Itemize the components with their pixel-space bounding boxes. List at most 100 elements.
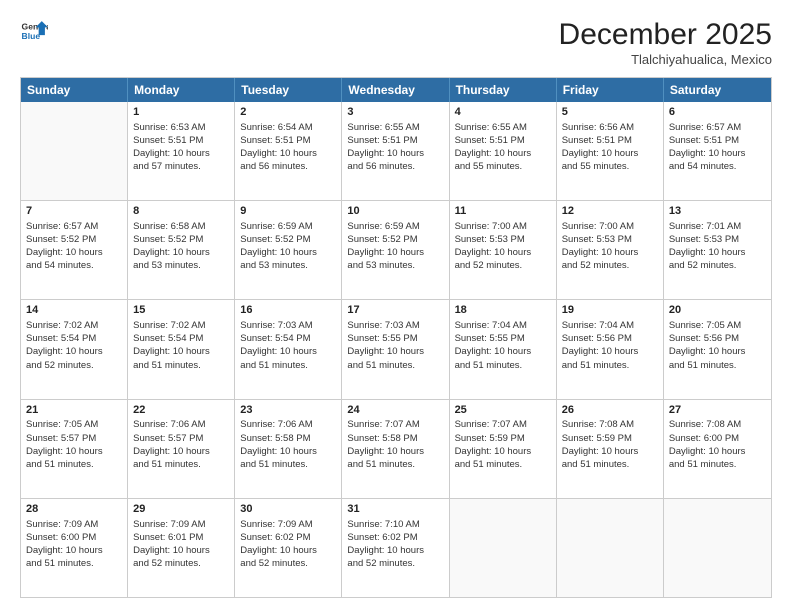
cal-cell: 13Sunrise: 7:01 AM Sunset: 5:53 PM Dayli…: [664, 201, 771, 299]
day-number: 6: [669, 105, 766, 120]
week-row-1: 1Sunrise: 6:53 AM Sunset: 5:51 PM Daylig…: [21, 102, 771, 200]
day-number: 27: [669, 403, 766, 418]
cal-cell: [21, 102, 128, 200]
cal-cell: 4Sunrise: 6:55 AM Sunset: 5:51 PM Daylig…: [450, 102, 557, 200]
location: Tlalchiyahualica, Mexico: [559, 52, 772, 67]
day-info: Sunrise: 7:05 AM Sunset: 5:56 PM Dayligh…: [669, 319, 766, 371]
day-number: 24: [347, 403, 443, 418]
calendar-header: SundayMondayTuesdayWednesdayThursdayFrid…: [21, 78, 771, 102]
cal-cell: 29Sunrise: 7:09 AM Sunset: 6:01 PM Dayli…: [128, 499, 235, 597]
day-info: Sunrise: 7:10 AM Sunset: 6:02 PM Dayligh…: [347, 518, 443, 570]
day-info: Sunrise: 7:08 AM Sunset: 5:59 PM Dayligh…: [562, 418, 658, 470]
day-number: 19: [562, 303, 658, 318]
header-day-sunday: Sunday: [21, 78, 128, 102]
week-row-4: 21Sunrise: 7:05 AM Sunset: 5:57 PM Dayli…: [21, 399, 771, 498]
cal-cell: [557, 499, 664, 597]
day-info: Sunrise: 7:00 AM Sunset: 5:53 PM Dayligh…: [562, 220, 658, 272]
cal-cell: 6Sunrise: 6:57 AM Sunset: 5:51 PM Daylig…: [664, 102, 771, 200]
cal-cell: 3Sunrise: 6:55 AM Sunset: 5:51 PM Daylig…: [342, 102, 449, 200]
day-info: Sunrise: 6:59 AM Sunset: 5:52 PM Dayligh…: [347, 220, 443, 272]
cal-cell: 17Sunrise: 7:03 AM Sunset: 5:55 PM Dayli…: [342, 300, 449, 398]
cal-cell: 15Sunrise: 7:02 AM Sunset: 5:54 PM Dayli…: [128, 300, 235, 398]
day-number: 3: [347, 105, 443, 120]
logo: General Blue: [20, 18, 48, 46]
cal-cell: 11Sunrise: 7:00 AM Sunset: 5:53 PM Dayli…: [450, 201, 557, 299]
day-info: Sunrise: 7:02 AM Sunset: 5:54 PM Dayligh…: [26, 319, 122, 371]
day-info: Sunrise: 7:09 AM Sunset: 6:01 PM Dayligh…: [133, 518, 229, 570]
cal-cell: 20Sunrise: 7:05 AM Sunset: 5:56 PM Dayli…: [664, 300, 771, 398]
cal-cell: 18Sunrise: 7:04 AM Sunset: 5:55 PM Dayli…: [450, 300, 557, 398]
day-info: Sunrise: 7:03 AM Sunset: 5:55 PM Dayligh…: [347, 319, 443, 371]
cal-cell: 30Sunrise: 7:09 AM Sunset: 6:02 PM Dayli…: [235, 499, 342, 597]
day-info: Sunrise: 6:54 AM Sunset: 5:51 PM Dayligh…: [240, 121, 336, 173]
day-info: Sunrise: 6:59 AM Sunset: 5:52 PM Dayligh…: [240, 220, 336, 272]
day-number: 30: [240, 502, 336, 517]
cal-cell: 8Sunrise: 6:58 AM Sunset: 5:52 PM Daylig…: [128, 201, 235, 299]
header-day-tuesday: Tuesday: [235, 78, 342, 102]
header-day-monday: Monday: [128, 78, 235, 102]
day-info: Sunrise: 6:55 AM Sunset: 5:51 PM Dayligh…: [455, 121, 551, 173]
cal-cell: 22Sunrise: 7:06 AM Sunset: 5:57 PM Dayli…: [128, 400, 235, 498]
cal-cell: 16Sunrise: 7:03 AM Sunset: 5:54 PM Dayli…: [235, 300, 342, 398]
header: General Blue December 2025 Tlalchiyahual…: [20, 18, 772, 67]
cal-cell: 9Sunrise: 6:59 AM Sunset: 5:52 PM Daylig…: [235, 201, 342, 299]
day-info: Sunrise: 7:08 AM Sunset: 6:00 PM Dayligh…: [669, 418, 766, 470]
day-number: 17: [347, 303, 443, 318]
day-number: 21: [26, 403, 122, 418]
day-info: Sunrise: 6:57 AM Sunset: 5:51 PM Dayligh…: [669, 121, 766, 173]
day-number: 12: [562, 204, 658, 219]
day-number: 28: [26, 502, 122, 517]
cal-cell: 26Sunrise: 7:08 AM Sunset: 5:59 PM Dayli…: [557, 400, 664, 498]
day-info: Sunrise: 6:57 AM Sunset: 5:52 PM Dayligh…: [26, 220, 122, 272]
cal-cell: 2Sunrise: 6:54 AM Sunset: 5:51 PM Daylig…: [235, 102, 342, 200]
day-info: Sunrise: 6:55 AM Sunset: 5:51 PM Dayligh…: [347, 121, 443, 173]
day-number: 7: [26, 204, 122, 219]
cal-cell: 27Sunrise: 7:08 AM Sunset: 6:00 PM Dayli…: [664, 400, 771, 498]
cal-cell: 7Sunrise: 6:57 AM Sunset: 5:52 PM Daylig…: [21, 201, 128, 299]
logo-icon: General Blue: [20, 18, 48, 46]
day-number: 5: [562, 105, 658, 120]
day-info: Sunrise: 6:53 AM Sunset: 5:51 PM Dayligh…: [133, 121, 229, 173]
day-number: 15: [133, 303, 229, 318]
day-info: Sunrise: 6:56 AM Sunset: 5:51 PM Dayligh…: [562, 121, 658, 173]
day-number: 26: [562, 403, 658, 418]
header-day-saturday: Saturday: [664, 78, 771, 102]
day-number: 1: [133, 105, 229, 120]
cal-cell: 19Sunrise: 7:04 AM Sunset: 5:56 PM Dayli…: [557, 300, 664, 398]
week-row-2: 7Sunrise: 6:57 AM Sunset: 5:52 PM Daylig…: [21, 200, 771, 299]
day-number: 31: [347, 502, 443, 517]
header-day-wednesday: Wednesday: [342, 78, 449, 102]
cal-cell: 14Sunrise: 7:02 AM Sunset: 5:54 PM Dayli…: [21, 300, 128, 398]
day-number: 13: [669, 204, 766, 219]
day-info: Sunrise: 7:04 AM Sunset: 5:56 PM Dayligh…: [562, 319, 658, 371]
svg-text:Blue: Blue: [22, 31, 41, 41]
cal-cell: 25Sunrise: 7:07 AM Sunset: 5:59 PM Dayli…: [450, 400, 557, 498]
day-info: Sunrise: 7:09 AM Sunset: 6:00 PM Dayligh…: [26, 518, 122, 570]
cal-cell: 23Sunrise: 7:06 AM Sunset: 5:58 PM Dayli…: [235, 400, 342, 498]
day-number: 8: [133, 204, 229, 219]
week-row-3: 14Sunrise: 7:02 AM Sunset: 5:54 PM Dayli…: [21, 299, 771, 398]
day-info: Sunrise: 7:09 AM Sunset: 6:02 PM Dayligh…: [240, 518, 336, 570]
day-number: 29: [133, 502, 229, 517]
day-number: 9: [240, 204, 336, 219]
cal-cell: [664, 499, 771, 597]
day-number: 18: [455, 303, 551, 318]
day-number: 4: [455, 105, 551, 120]
calendar-body: 1Sunrise: 6:53 AM Sunset: 5:51 PM Daylig…: [21, 102, 771, 597]
day-info: Sunrise: 6:58 AM Sunset: 5:52 PM Dayligh…: [133, 220, 229, 272]
day-number: 10: [347, 204, 443, 219]
cal-cell: 10Sunrise: 6:59 AM Sunset: 5:52 PM Dayli…: [342, 201, 449, 299]
day-number: 16: [240, 303, 336, 318]
day-info: Sunrise: 7:03 AM Sunset: 5:54 PM Dayligh…: [240, 319, 336, 371]
day-number: 22: [133, 403, 229, 418]
day-number: 20: [669, 303, 766, 318]
day-info: Sunrise: 7:07 AM Sunset: 5:58 PM Dayligh…: [347, 418, 443, 470]
day-info: Sunrise: 7:07 AM Sunset: 5:59 PM Dayligh…: [455, 418, 551, 470]
day-info: Sunrise: 7:05 AM Sunset: 5:57 PM Dayligh…: [26, 418, 122, 470]
week-row-5: 28Sunrise: 7:09 AM Sunset: 6:00 PM Dayli…: [21, 498, 771, 597]
calendar: SundayMondayTuesdayWednesdayThursdayFrid…: [20, 77, 772, 598]
cal-cell: 24Sunrise: 7:07 AM Sunset: 5:58 PM Dayli…: [342, 400, 449, 498]
cal-cell: [450, 499, 557, 597]
title-block: December 2025 Tlalchiyahualica, Mexico: [559, 18, 772, 67]
month-title: December 2025: [559, 18, 772, 52]
